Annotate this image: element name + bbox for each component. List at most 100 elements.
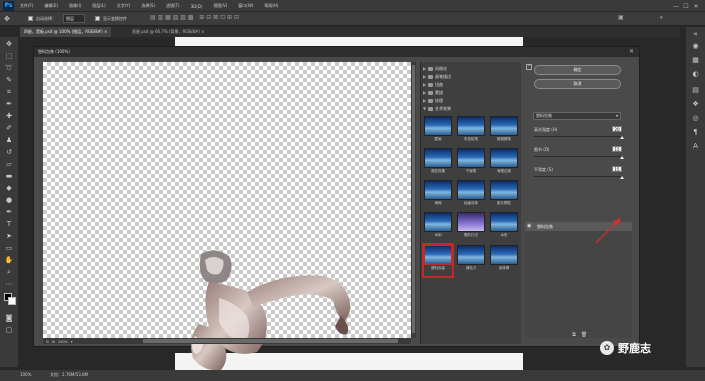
- menu-type[interactable]: 文字(Y): [117, 3, 131, 9]
- color-panel-icon[interactable]: ◉: [689, 41, 702, 52]
- menu-edit[interactable]: 编辑(E): [44, 3, 58, 9]
- folder-stylize[interactable]: ▶ 风格化: [423, 65, 447, 72]
- move-tool-icon[interactable]: ✥: [4, 14, 14, 24]
- folder-artistic[interactable]: ▼ 艺术效果: [423, 105, 451, 112]
- status-zoom[interactable]: 100%: [20, 372, 31, 377]
- align-icons[interactable]: ▤ ▥ ▦ ▧ ▨ ▩ ⊞ ⊟ ⊠ ⊡ ⊞ ⊟: [150, 14, 239, 22]
- maximize-button[interactable]: ☐: [681, 3, 691, 10]
- scroll-thumb[interactable]: [143, 339, 398, 343]
- filter-dropdown[interactable]: 塑料包装 ▾: [533, 112, 621, 120]
- filter-colored-pencil[interactable]: 彩色铅笔: [457, 116, 485, 142]
- brush-icon[interactable]: ✐: [3, 123, 15, 134]
- type-icon[interactable]: T: [3, 219, 15, 230]
- pen-icon[interactable]: ✒: [3, 207, 15, 218]
- folder-sketch[interactable]: ▶ 素描: [423, 89, 443, 96]
- marquee-icon[interactable]: ⬚: [3, 51, 15, 62]
- slider-knob[interactable]: [620, 156, 624, 159]
- healing-icon[interactable]: ✚: [3, 111, 15, 122]
- more-tools-icon[interactable]: ⋯: [3, 279, 15, 290]
- menu-select[interactable]: 选择(S): [141, 3, 155, 9]
- filter-fresco[interactable]: 壁画: [424, 116, 452, 142]
- lasso-icon[interactable]: ➰: [3, 63, 15, 74]
- background-color-swatch[interactable]: [8, 297, 16, 305]
- slider-knob[interactable]: [620, 176, 624, 179]
- filter-dry-brush[interactable]: 干画笔: [457, 148, 485, 174]
- filter-watercolor[interactable]: 水彩: [490, 212, 518, 238]
- close-icon[interactable]: ✕: [629, 47, 634, 57]
- dodge-icon[interactable]: ●: [3, 195, 15, 206]
- menu-image[interactable]: 图像(I): [69, 3, 81, 9]
- stamp-icon[interactable]: ♟: [3, 135, 15, 146]
- character-panel-icon[interactable]: A: [689, 141, 702, 152]
- hand-icon[interactable]: ✋: [3, 255, 15, 266]
- param-value-input[interactable]: 15: [612, 166, 622, 172]
- scroll-thumb[interactable]: [412, 65, 415, 333]
- zoom-value[interactable]: 100%: [58, 340, 68, 344]
- filter-neon-glow[interactable]: 霓虹灯光: [457, 212, 485, 238]
- filter-preview-canvas[interactable]: [43, 62, 411, 371]
- filter-underpainting[interactable]: 底纹效果: [424, 148, 452, 174]
- menu-filter[interactable]: 滤镜(T): [166, 3, 180, 9]
- tab-document-1[interactable]: 四星，黑板.psd @ 100% (图层，RGB/8#) ×: [20, 27, 112, 37]
- param-value-input[interactable]: 20: [612, 126, 622, 132]
- quick-mask-icon[interactable]: ◙: [3, 313, 15, 324]
- blur-icon[interactable]: ◆: [3, 183, 15, 194]
- preview-horizontal-scrollbar[interactable]: [43, 338, 411, 344]
- adjustments-panel-icon[interactable]: ◐: [689, 69, 702, 80]
- menu-view[interactable]: 视图(V): [213, 3, 227, 9]
- channels-panel-icon[interactable]: ◎: [689, 113, 702, 124]
- delete-icon[interactable]: 🗑: [579, 332, 589, 338]
- menu-layer[interactable]: 图层(L): [92, 3, 105, 9]
- preview-vertical-scrollbar[interactable]: [411, 62, 416, 338]
- auto-select-checkbox[interactable]: [28, 16, 33, 21]
- filter-film-grain[interactable]: 胶片颗粒: [490, 180, 518, 206]
- slider-track[interactable]: [534, 136, 622, 137]
- move-icon[interactable]: ✥: [3, 39, 15, 50]
- swatches-panel-icon[interactable]: ▦: [689, 55, 702, 66]
- workspace-icon[interactable]: ▣: [618, 14, 624, 22]
- path-select-icon[interactable]: ➤: [3, 231, 15, 242]
- shape-icon[interactable]: ▭: [3, 243, 15, 254]
- collapse-gallery-icon[interactable]: ⌃: [526, 64, 532, 70]
- quick-select-icon[interactable]: ✎: [3, 75, 15, 86]
- menu-file[interactable]: 文件(F): [20, 3, 33, 9]
- folder-distort[interactable]: ▶ 扭曲: [423, 81, 443, 88]
- zoom-icon[interactable]: ⌕: [3, 267, 15, 278]
- slider-track[interactable]: [534, 176, 622, 177]
- tab-document-2[interactable]: 恶星.psd @ 66.7% (背景，RGB/8#) ×: [128, 27, 209, 37]
- close-window-button[interactable]: ✕: [691, 3, 701, 10]
- eraser-icon[interactable]: ▱: [3, 159, 15, 170]
- filter-smudge-stick[interactable]: 涂抹棒: [490, 245, 518, 271]
- menu-3d[interactable]: 3D(D): [191, 4, 203, 9]
- chevron-down-icon[interactable]: ▾: [71, 340, 73, 344]
- filter-rough-pastels[interactable]: 粗糙蜡笔: [490, 116, 518, 142]
- auto-select-dropdown[interactable]: 图层: [63, 14, 85, 23]
- minimize-button[interactable]: —: [671, 3, 681, 10]
- chevron-down-icon[interactable]: ▾: [660, 14, 663, 22]
- new-filter-layer-icon[interactable]: ⧉: [569, 332, 579, 338]
- gradient-icon[interactable]: ▬: [3, 171, 15, 182]
- menu-help[interactable]: 帮助(H): [264, 3, 278, 9]
- cancel-button[interactable]: 取消: [534, 79, 621, 89]
- menu-window[interactable]: 窗口(W): [238, 3, 253, 9]
- show-transform-checkbox[interactable]: [95, 16, 100, 21]
- slider-track[interactable]: [534, 156, 622, 157]
- zoom-in-icon[interactable]: ⊞: [52, 340, 55, 344]
- eyedropper-icon[interactable]: ✒: [3, 99, 15, 110]
- history-panel-icon[interactable]: ▤: [689, 85, 702, 96]
- crop-icon[interactable]: ⌗: [3, 87, 15, 98]
- filter-cutout[interactable]: 木刻: [424, 212, 452, 238]
- filter-palette-knife[interactable]: 调色刀: [457, 245, 485, 271]
- filter-poster-edges[interactable]: 海报边缘: [490, 148, 518, 174]
- folder-brush-strokes[interactable]: ▶ 画笔描边: [423, 73, 451, 80]
- layers-panel-icon[interactable]: ❖: [689, 99, 702, 110]
- screen-mode-icon[interactable]: ▢: [3, 325, 15, 336]
- eye-icon[interactable]: ◉: [527, 222, 531, 231]
- history-brush-icon[interactable]: ↺: [3, 147, 15, 158]
- ok-button[interactable]: 确定: [534, 65, 621, 75]
- filter-sponge[interactable]: 海绵: [424, 180, 452, 206]
- paragraph-panel-icon[interactable]: ¶: [689, 127, 702, 138]
- folder-texture[interactable]: ▶ 纹理: [423, 97, 443, 104]
- zoom-out-icon[interactable]: ⊟: [46, 340, 49, 344]
- filter-paint-daubs[interactable]: 绘画涂抹: [457, 180, 485, 206]
